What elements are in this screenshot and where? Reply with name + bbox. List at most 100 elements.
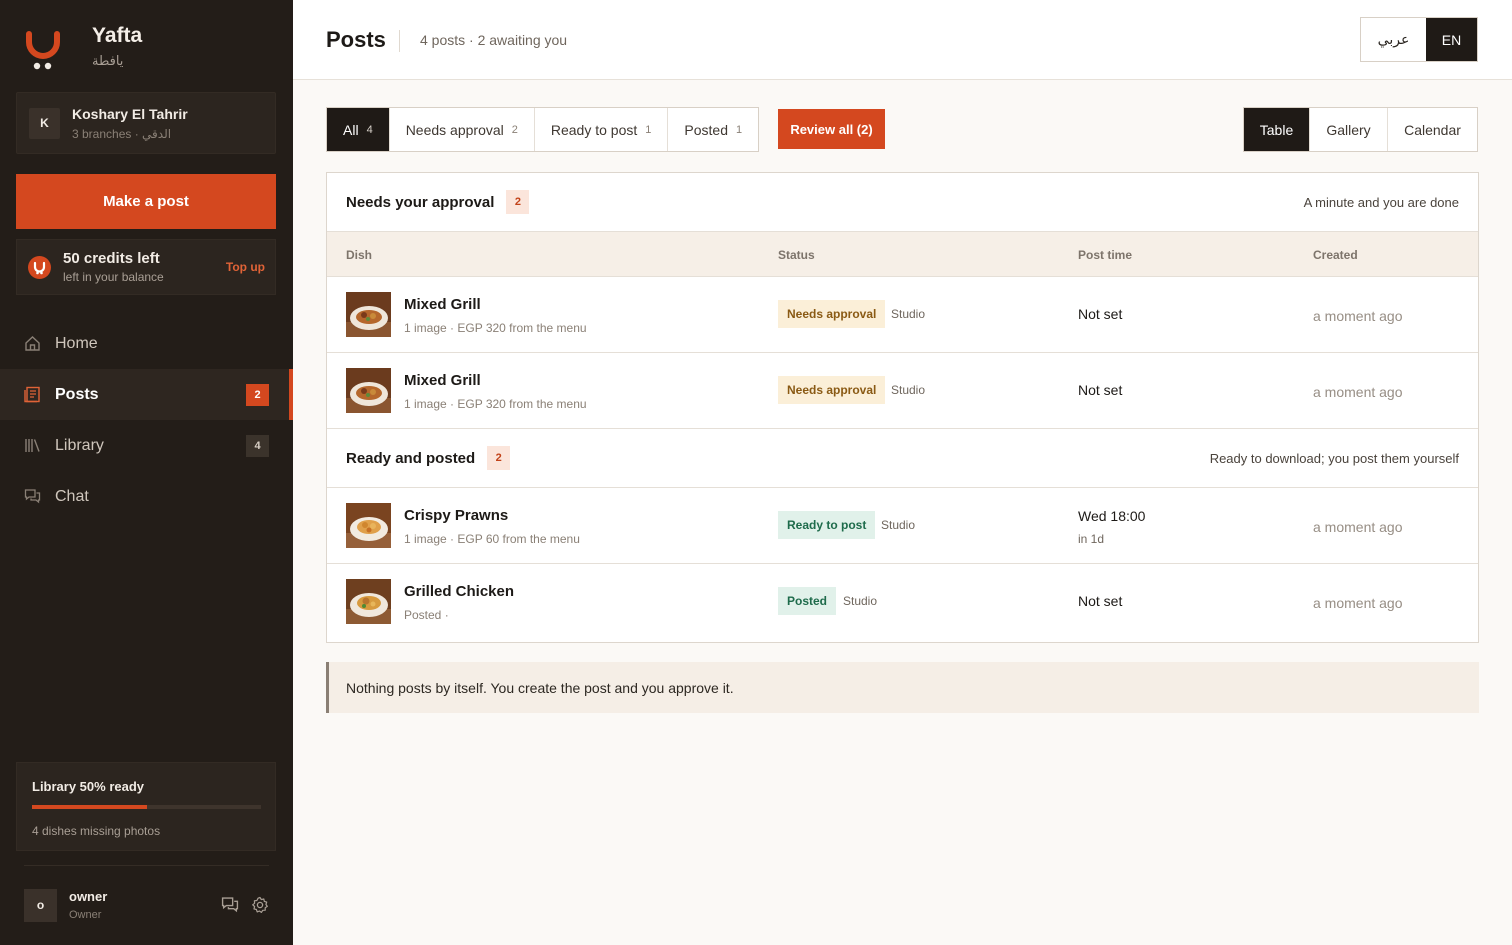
source-label: Studio [891,383,926,397]
post-time: Not set [1078,593,1123,609]
column-header-status[interactable]: Status [778,248,815,262]
sidebar-divider [24,865,269,866]
post-time-relative: in 1d [1078,532,1105,546]
top-up-link[interactable]: Top up [226,260,265,274]
sidebar-item-label: Chat [55,487,89,505]
posts-count-badge: 2 [246,384,269,406]
status-badge: Needs approval [778,376,886,404]
dish-meta: Posted · [404,608,449,622]
brand-logo-icon [24,20,62,72]
credits-title: 50 credits left [63,250,160,267]
table-row[interactable]: Mixed Grill 1 image · EGP 320 from the m… [327,353,1478,429]
created-time: a moment ago [1313,308,1403,324]
column-header-post-time[interactable]: Post time [1078,248,1132,262]
library-progress-fill [32,805,147,809]
post-time: Not set [1078,382,1123,398]
user-role: Owner [69,909,102,921]
filter-tab-needs-approval[interactable]: Needs approval 2 [390,108,535,151]
user-profile[interactable]: o owner Owner [24,888,269,922]
page-subtitle: 4 posts · 2 awaiting you [420,32,568,48]
dish-meta: 1 image · EGP 320 from the menu [404,321,587,335]
section-title: Needs your approval [346,193,495,211]
chat-icon [24,488,41,505]
filter-label: Ready to post [550,121,638,138]
library-progress-title: Library 50% ready [32,779,145,794]
gear-icon[interactable] [251,896,269,919]
sidebar-item-library[interactable]: Library 4 [0,420,293,471]
dish-thumbnail [346,368,391,413]
dish-meta: 1 image · EGP 60 from the menu [404,532,580,546]
dish-name: Grilled Chicken [404,583,515,600]
credits-card: 50 credits left left in your balance Top… [16,239,276,295]
chat-icon[interactable] [221,896,239,919]
section-note: A minute and you are done [1303,195,1459,210]
section-title: Ready and posted [346,449,476,467]
branch-avatar: K [29,107,60,139]
post-time: Wed 18:00 [1078,508,1146,524]
language-english-button[interactable]: EN [1426,18,1477,61]
dish-name: Mixed Grill [404,372,481,389]
library-count-badge: 4 [246,435,269,457]
filter-count: 4 [366,123,373,136]
filter-tab-ready-to-post[interactable]: Ready to post 1 [535,108,669,151]
filter-count: 1 [645,123,652,136]
column-header-dish[interactable]: Dish [346,248,372,262]
source-label: Studio [843,594,878,608]
sidebar-item-posts[interactable]: Posts 2 [0,369,293,420]
home-icon [24,335,41,352]
dish-thumbnail [346,579,391,624]
dish-thumbnail [346,292,391,337]
sidebar-item-chat[interactable]: Chat [0,471,293,522]
table-row[interactable]: Crispy Prawns 1 image · EGP 60 from the … [327,488,1478,564]
section-header-ready-posted: Ready and posted 2 Ready to download; yo… [327,429,1478,488]
view-calendar-button[interactable]: Calendar [1388,108,1477,151]
created-time: a moment ago [1313,595,1403,611]
filter-tab-posted[interactable]: Posted 1 [668,108,758,151]
column-header-created[interactable]: Created [1313,248,1358,262]
table-row[interactable]: Mixed Grill 1 image · EGP 320 from the m… [327,277,1478,353]
library-progress-bar [32,805,261,809]
created-time: a moment ago [1313,384,1403,400]
dish-meta: 1 image · EGP 320 from the menu [404,397,587,411]
section-count-badge: 2 [506,190,530,214]
page-header: Posts 4 posts · 2 awaiting you عربي EN [293,0,1512,80]
branch-switcher[interactable]: K Koshary El Tahrir 3 branches · الدقي [16,92,276,154]
table-row[interactable]: Grilled Chicken Posted · Posted Studio N… [327,564,1478,640]
brand[interactable]: Yafta يافطة [24,20,142,72]
dish-name: Mixed Grill [404,296,481,313]
sidebar-item-home[interactable]: Home [0,318,293,369]
filter-label: All [343,121,359,138]
view-table-button[interactable]: Table [1244,108,1310,151]
posts-icon [24,386,41,403]
filter-tab-all[interactable]: All 4 [327,108,390,151]
header-divider [399,30,400,52]
library-icon [24,437,41,454]
user-name: owner [69,889,108,904]
status-badge: Posted [778,587,837,615]
sidebar-item-label: Library [55,436,104,454]
created-time: a moment ago [1313,519,1403,535]
make-post-button[interactable]: Make a post [16,174,276,229]
status-badge: Ready to post [778,511,876,539]
avatar: o [24,888,57,922]
status-filter-tabs: All 4 Needs approval 2 Ready to post 1 P… [326,107,760,152]
post-time: Not set [1078,306,1123,322]
dish-name: Crispy Prawns [404,507,509,524]
status-badge: Needs approval [778,300,886,328]
sidebar-item-label: Home [55,334,98,352]
language-arabic-button[interactable]: عربي [1361,18,1426,61]
view-switcher: Table Gallery Calendar [1243,107,1478,152]
filter-count: 1 [735,123,743,136]
source-label: Studio [881,518,916,532]
section-note: Ready to download; you post them yoursel… [1209,451,1459,466]
filter-label: Posted [684,121,728,138]
library-progress-subtitle: 4 dishes missing photos [32,824,161,838]
dish-thumbnail [346,503,391,548]
review-all-button[interactable]: Review all (2) [778,109,885,149]
page-title: Posts [326,27,386,52]
filter-label: Needs approval [405,121,504,138]
view-gallery-button[interactable]: Gallery [1310,108,1388,151]
credits-subtitle: left in your balance [63,270,164,284]
library-progress-card[interactable]: Library 50% ready 4 dishes missing photo… [16,762,276,851]
source-label: Studio [891,307,926,321]
